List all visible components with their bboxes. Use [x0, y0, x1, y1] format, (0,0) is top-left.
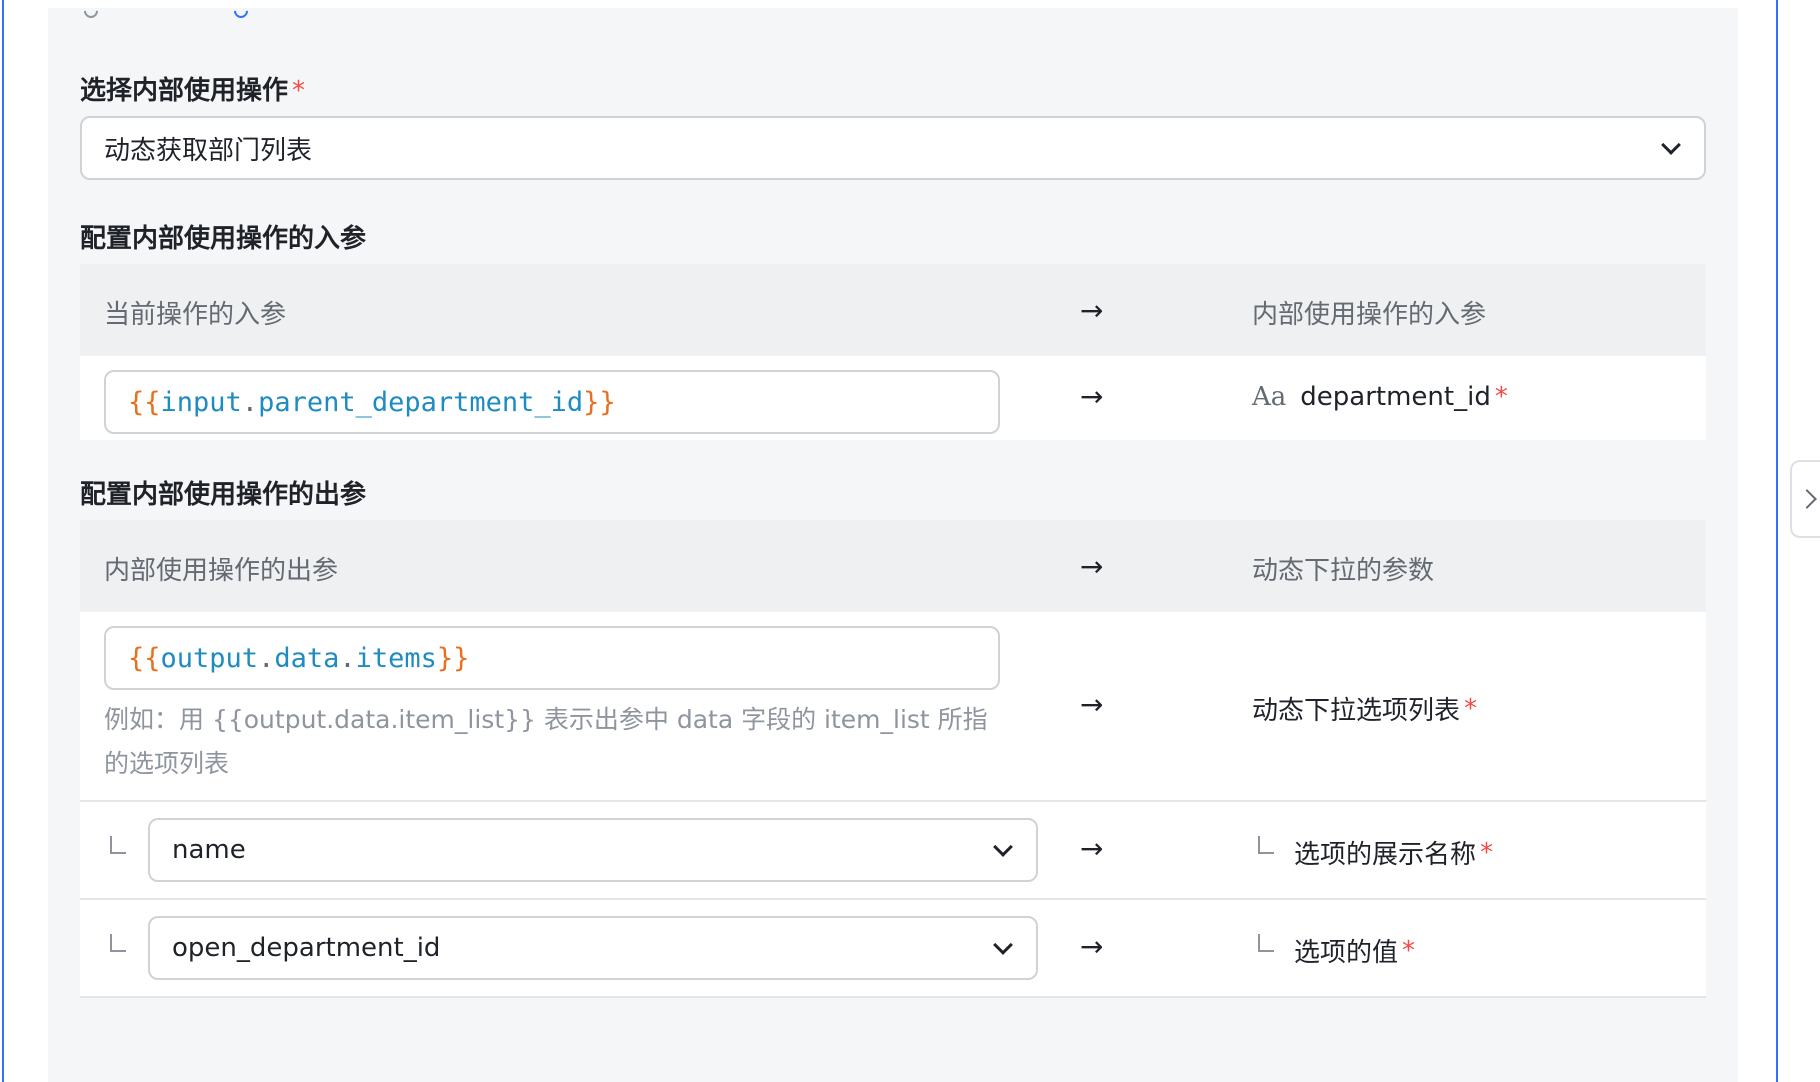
expr-var: parent_department_id — [258, 386, 584, 418]
operation-select-value: 动态获取部门列表 — [104, 135, 313, 166]
arrow-icon: → — [1080, 550, 1104, 583]
param-name: 选项的值 * — [1294, 932, 1415, 969]
op-select-label-text: 选择内部使用操作 — [80, 76, 289, 106]
input-params-title: 配置内部使用操作的入参 — [80, 224, 367, 254]
expr-brace-close: }} — [436, 642, 470, 674]
expand-panel-button[interactable] — [1790, 460, 1820, 538]
output-params-title: 配置内部使用操作的出参 — [80, 480, 367, 510]
step-dot-icon — [231, 1, 251, 21]
operation-select[interactable]: 动态获取部门列表 — [80, 116, 1706, 180]
step-dot-icon — [81, 1, 101, 21]
child-indent-icon — [1258, 836, 1274, 854]
expr-brace-close: }} — [583, 386, 616, 418]
required-mark: * — [1464, 693, 1478, 724]
field-select-value: name — [172, 835, 246, 865]
required-mark: * — [1494, 382, 1508, 412]
expr-var: data — [274, 642, 340, 674]
field-select[interactable]: name — [148, 818, 1038, 882]
expr-brace-open: {{ — [128, 642, 161, 674]
field-select-value: open_department_id — [172, 933, 441, 963]
header-dropdown-params: 动态下拉的参数 — [1252, 556, 1435, 586]
required-mark: * — [1402, 935, 1416, 966]
chevron-down-icon — [993, 935, 1013, 955]
expr-brace-open: {{ — [128, 386, 161, 418]
expr-var: items — [355, 642, 437, 674]
param-name-text: department_id — [1300, 382, 1491, 412]
param-name: Aa department_id * — [1252, 382, 1508, 412]
param-name: 选项的展示名称 * — [1294, 834, 1493, 871]
expr-var: input — [160, 386, 242, 418]
list-expression-group: {{output. data. items}} 例如：用 {{output.data… — [104, 626, 1000, 786]
arrow-icon: → — [1080, 294, 1104, 327]
child-indent-icon — [110, 836, 126, 854]
chevron-right-icon — [1797, 489, 1817, 509]
expr-var: output — [160, 642, 259, 674]
output-params-table: 内部使用操作的出参 → 动态下拉的参数 {{output. data. items}… — [80, 520, 1706, 998]
arrow-icon: → — [1080, 930, 1104, 963]
arrow-icon: → — [1080, 380, 1104, 413]
required-mark: * — [1480, 837, 1494, 868]
header-internal-output: 内部使用操作的出参 — [104, 556, 339, 586]
output-params-header: 内部使用操作的出参 → 动态下拉的参数 — [80, 520, 1706, 612]
expr-dot: . — [241, 386, 259, 418]
input-params-table: 当前操作的入参 → 内部使用操作的入参 {{input. parent_depar… — [80, 264, 1706, 440]
op-select-label: 选择内部使用操作 * — [80, 70, 305, 107]
param-expression-input[interactable]: {{input. parent_department_id}} — [104, 370, 1000, 434]
param-name-text: 选项的展示名称 — [1294, 840, 1477, 870]
table-row: name → 选项的展示名称 * — [80, 802, 1706, 900]
header-internal-params: 内部使用操作的入参 — [1252, 300, 1487, 330]
arrow-icon: → — [1080, 832, 1104, 865]
child-indent-icon — [110, 934, 126, 952]
param-name: 动态下拉选项列表 * — [1252, 690, 1477, 727]
header-current-params: 当前操作的入参 — [104, 300, 287, 330]
list-expression-input[interactable]: {{output. data. items}} — [104, 626, 1000, 690]
table-row: {{output. data. items}} 例如：用 {{output.data… — [80, 612, 1706, 802]
param-name-text: 动态下拉选项列表 — [1252, 696, 1461, 726]
config-panel: 选择内部使用操作 * 动态获取部门列表 配置内部使用操作的入参 当前操作的入参 →… — [48, 1, 1738, 1082]
field-select[interactable]: open_department_id — [148, 916, 1038, 980]
table-row: open_department_id → 选项的值 * — [80, 900, 1706, 998]
chevron-down-icon — [1661, 135, 1681, 155]
param-name-text: 选项的值 — [1294, 938, 1399, 968]
hint-text: 例如：用 {{output.data.item_list}} 表示出参中 dat… — [104, 705, 988, 778]
input-params-header: 当前操作的入参 → 内部使用操作的入参 — [80, 264, 1706, 356]
chevron-down-icon — [993, 837, 1013, 857]
required-mark: * — [292, 76, 306, 106]
expr-dot: . — [339, 642, 356, 674]
table-row: {{input. parent_department_id}} → Aa depa… — [80, 356, 1706, 440]
arrow-icon: → — [1080, 688, 1104, 721]
expr-dot: . — [258, 642, 275, 674]
dialog-frame: 选择内部使用操作 * 动态获取部门列表 配置内部使用操作的入参 当前操作的入参 →… — [2, 0, 1778, 1082]
child-indent-icon — [1258, 934, 1274, 952]
text-type-icon: Aa — [1252, 382, 1287, 412]
